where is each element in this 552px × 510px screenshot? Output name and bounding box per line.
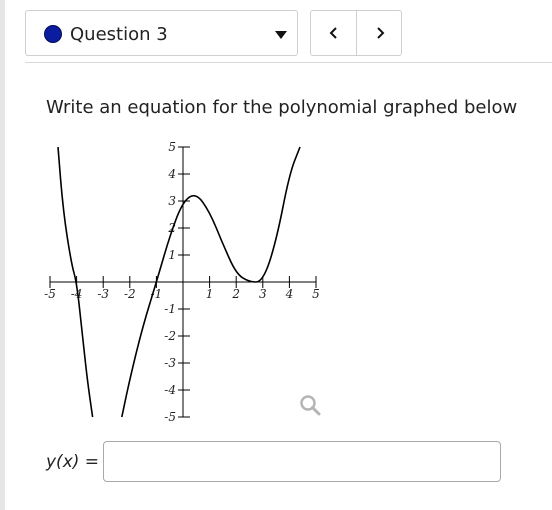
graph-axes [50,147,316,417]
y-tick-label: 3 [168,194,176,208]
y-tick-label: 5 [168,140,176,154]
x-tick-label: 1 [206,287,214,301]
y-tick-label: 4 [167,167,176,181]
y-tick-label: -5 [164,410,176,424]
x-tick-label: 4 [285,287,294,301]
answer-equals: = [84,452,100,472]
y-tick-label: -4 [164,383,176,397]
y-tick-label: -1 [164,302,176,316]
y-tick-label: -3 [164,356,176,370]
polynomial-graph: -5 -4 -3 -2 -1 1 2 3 4 554321-1-2-3-4-5 [44,140,321,424]
x-tick-label: 5 [312,287,320,301]
x-tick-label: -5 [44,287,56,301]
x-tick-label: 3 [259,287,267,301]
x-tick-label: 2 [231,287,240,301]
x-tick-label: -2 [124,287,136,301]
answer-label: y(x) = [46,452,99,472]
y-tick-label: 1 [168,248,176,262]
magnifier-icon[interactable] [300,395,321,416]
answer-input[interactable] [103,441,501,482]
answer-variable: y(x) [46,452,80,472]
y-tick-label: -2 [164,329,176,343]
x-tick-label: -3 [97,287,109,301]
